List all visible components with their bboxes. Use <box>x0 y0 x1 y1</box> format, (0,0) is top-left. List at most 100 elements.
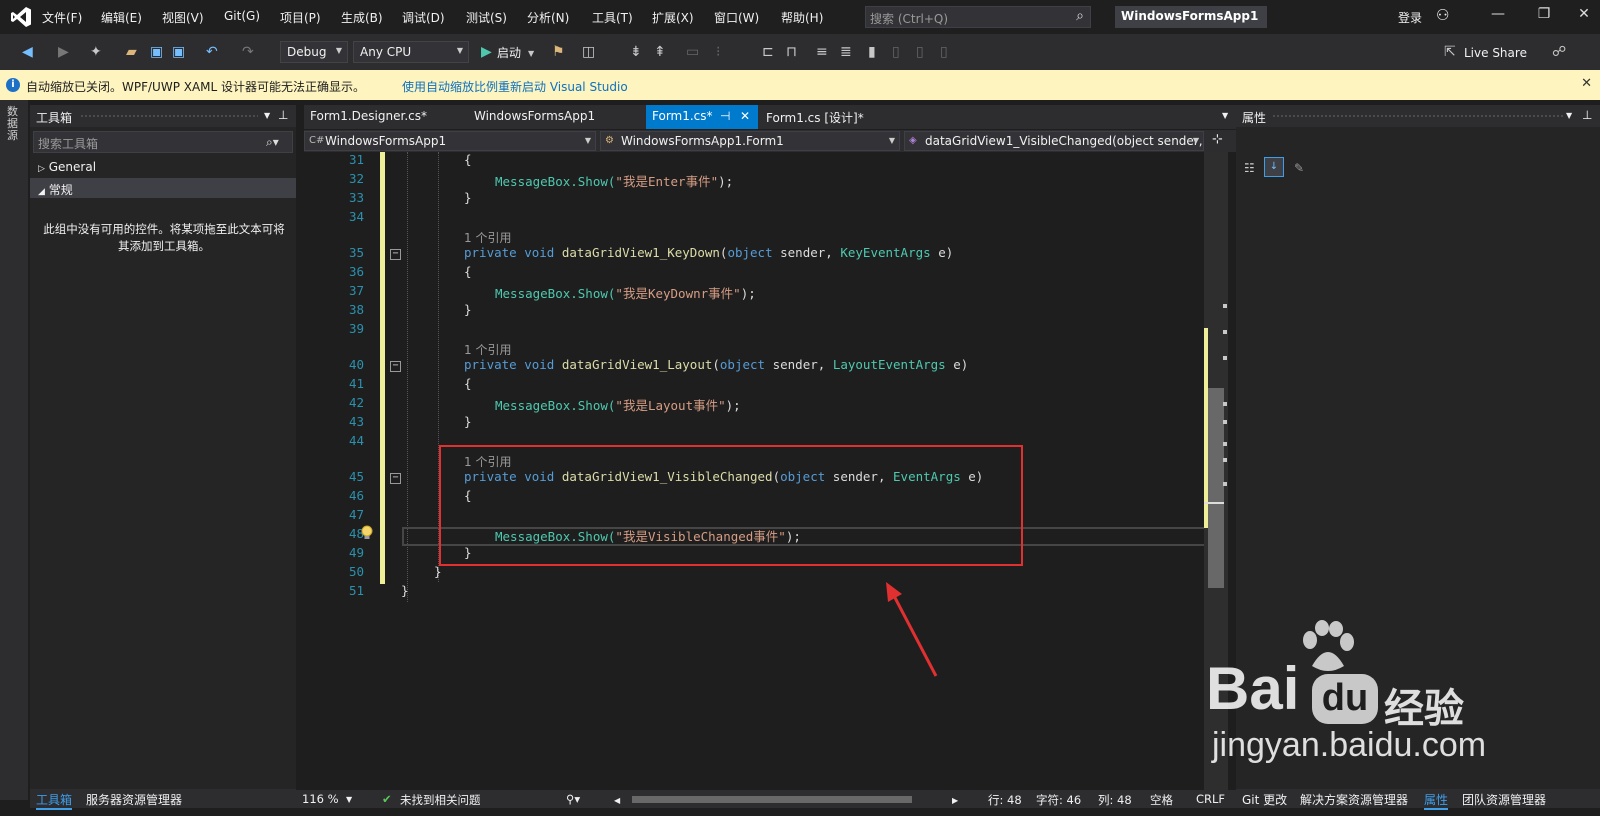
feedback-icon[interactable]: ☍ <box>1552 44 1566 60</box>
menu-item[interactable]: 编辑(E) <box>101 9 142 26</box>
properties-pin-icon[interactable]: ⊥ <box>1582 108 1592 122</box>
scroll-right-icon[interactable]: ▶ <box>952 796 958 805</box>
toolbox-menu-icon[interactable]: ▼ <box>264 111 270 120</box>
hot-reload-icon[interactable]: ⚑ <box>552 44 565 60</box>
data-sources-tab[interactable]: 数据源 <box>7 106 21 142</box>
tab-form1-cs[interactable]: Form1.cs* ⊣ ✕ <box>646 105 758 129</box>
start-dropdown-icon[interactable]: ▼ <box>528 46 534 62</box>
member-combo[interactable]: ◈ dataGridView1_VisibleChanged(object se… <box>904 131 1204 151</box>
step-over-icon[interactable]: ⇞ <box>654 44 666 60</box>
scrollbar-thumb[interactable] <box>1208 388 1224 588</box>
breakpoint-icon[interactable]: ▭ <box>686 44 699 60</box>
start-button[interactable]: 启动 <box>497 45 521 61</box>
tab-form1-design[interactable]: Form1.cs [设计]* <box>760 105 910 129</box>
config-select[interactable]: Debug ▼ <box>280 41 348 63</box>
format-icon[interactable]: ⁝ <box>716 44 720 60</box>
line-number: 46 <box>348 488 364 503</box>
change-indicator <box>380 152 385 584</box>
tab-toolbox[interactable]: 工具箱 <box>36 791 73 810</box>
menu-item[interactable]: 调试(D) <box>402 9 445 26</box>
scroll-left-icon[interactable]: ◀ <box>614 796 620 805</box>
class-combo[interactable]: ⚙ WindowsFormsApp1.Form1 ▼ <box>600 131 900 151</box>
restart-link[interactable]: 使用自动缩放比例重新启动 Visual Studio <box>402 78 628 95</box>
line-number: 40 <box>348 357 364 372</box>
eol-status[interactable]: CRLF <box>1196 792 1225 806</box>
project-combo[interactable]: C# WindowsFormsApp1 ▼ <box>304 131 596 151</box>
menu-item[interactable]: 扩展(X) <box>652 9 694 26</box>
zoom-dropdown-icon[interactable]: ▼ <box>346 795 352 804</box>
live-share-icon[interactable]: ⇱ <box>1444 44 1456 60</box>
tab-server-explorer[interactable]: 服务器资源管理器 <box>86 791 182 808</box>
tab-git-changes[interactable]: Git 更改 <box>1242 791 1287 808</box>
toolbox-group-general[interactable]: ▷ General <box>30 157 296 177</box>
comment-icon[interactable]: ≡ <box>816 44 828 60</box>
menu-item[interactable]: 测试(S) <box>466 9 507 26</box>
menu-item[interactable]: 窗口(W) <box>714 9 759 26</box>
menu-item[interactable]: 生成(B) <box>341 9 383 26</box>
tab-form1-designer-cs[interactable]: Form1.Designer.cs* <box>304 105 464 129</box>
tab-project[interactable]: WindowsFormsApp1 <box>468 105 644 129</box>
close-button[interactable]: ✕ <box>1566 6 1600 28</box>
alphabetical-icon[interactable]: ↓ <box>1264 157 1284 177</box>
string-literal: "我是Layout事件" <box>615 398 726 413</box>
save-icon[interactable]: ▣ <box>150 44 163 60</box>
property-pages-icon[interactable]: ✎ <box>1294 161 1304 175</box>
toolbox-empty-text: 此组中没有可用的控件。将某项拖至此文本可将其添加到工具箱。 <box>43 222 285 253</box>
tab-list-icon[interactable]: ▼ <box>1222 111 1228 120</box>
platform-select[interactable]: Any CPU ▼ <box>353 41 469 63</box>
minimize-button[interactable]: — <box>1480 6 1516 28</box>
clear-bookmark-icon[interactable]: ▯ <box>940 44 948 60</box>
param-e: e) <box>938 245 954 260</box>
split-editor-icon[interactable]: ⊹ <box>1212 132 1223 147</box>
new-project-icon[interactable]: ✦ <box>90 44 102 60</box>
uncomment-icon[interactable]: ≣ <box>840 44 852 60</box>
line-number: 38 <box>348 302 364 317</box>
categorized-icon[interactable]: ☷ <box>1244 161 1255 175</box>
menu-item[interactable]: 视图(V) <box>162 9 204 26</box>
undo-icon[interactable]: ↶ <box>206 44 218 60</box>
code-editor[interactable]: 31{32 MessageBox.Show("我是Enter事件"); 33} 34 1… <box>304 152 1228 790</box>
properties-menu-icon[interactable]: ▼ <box>1566 111 1572 120</box>
back-icon[interactable]: ◀ <box>22 44 33 60</box>
menu-item[interactable]: 工具(T) <box>592 9 633 26</box>
menu-item[interactable]: 帮助(H) <box>781 9 823 26</box>
zoom-level[interactable]: 116 % <box>302 792 339 806</box>
restore-button[interactable]: ❐ <box>1526 6 1562 28</box>
line-number: 32 <box>348 171 364 186</box>
code-cleanup-icon[interactable]: ⚲▾ <box>566 792 580 806</box>
keyword-private: private <box>464 245 517 260</box>
menu-item[interactable]: Git(G) <box>224 9 260 23</box>
account-icon[interactable]: ⚇ <box>1436 6 1449 24</box>
open-folder-icon[interactable]: ▰ <box>126 44 137 60</box>
save-all-icon[interactable]: ▣ <box>172 44 185 60</box>
tab-team-explorer[interactable]: 团队资源管理器 <box>1462 791 1546 808</box>
tab-pin-icon[interactable]: ⊣ <box>720 109 730 123</box>
bookmark-icon[interactable]: ▮ <box>868 44 876 60</box>
forward-icon[interactable]: ▶ <box>58 44 69 60</box>
issues-status[interactable]: 未找到相关问题 <box>400 792 481 808</box>
toolbox-search-input[interactable]: 搜索工具箱 ⌕▾ <box>33 131 293 153</box>
horizontal-scroll-thumb[interactable] <box>632 796 912 803</box>
lightbulb-icon[interactable] <box>360 525 374 541</box>
next-bookmark-icon[interactable]: ▯ <box>916 44 924 60</box>
browser-link-icon[interactable]: ◫ <box>582 44 595 60</box>
login-link[interactable]: 登录 <box>1398 9 1422 26</box>
search-box[interactable]: 搜索 (Ctrl+Q) ⌕ <box>865 6 1091 28</box>
menu-item[interactable]: 分析(N) <box>527 9 569 26</box>
toolbox-group-common[interactable]: ◢ 常规 <box>30 178 296 198</box>
info-close-icon[interactable]: ✕ <box>1581 76 1592 91</box>
step-icon[interactable]: ⇟ <box>630 44 642 60</box>
start-icon[interactable]: ▶ <box>481 44 492 60</box>
toolbox-pin-icon[interactable]: ⊥ <box>278 108 288 122</box>
align-icon[interactable]: ⊏ <box>762 44 774 60</box>
menu-item[interactable]: 项目(P) <box>280 9 321 26</box>
tab-solution-explorer[interactable]: 解决方案资源管理器 <box>1300 791 1408 808</box>
distribute-icon[interactable]: ⊓ <box>786 44 797 60</box>
tab-close-icon[interactable]: ✕ <box>740 109 750 123</box>
prev-bookmark-icon[interactable]: ▯ <box>892 44 900 60</box>
tab-properties[interactable]: 属性 <box>1424 791 1449 810</box>
indent-status[interactable]: 空格 <box>1150 792 1173 808</box>
menu-item[interactable]: 文件(F) <box>42 9 82 26</box>
live-share-button[interactable]: Live Share <box>1464 45 1527 61</box>
redo-icon[interactable]: ↷ <box>242 44 254 60</box>
